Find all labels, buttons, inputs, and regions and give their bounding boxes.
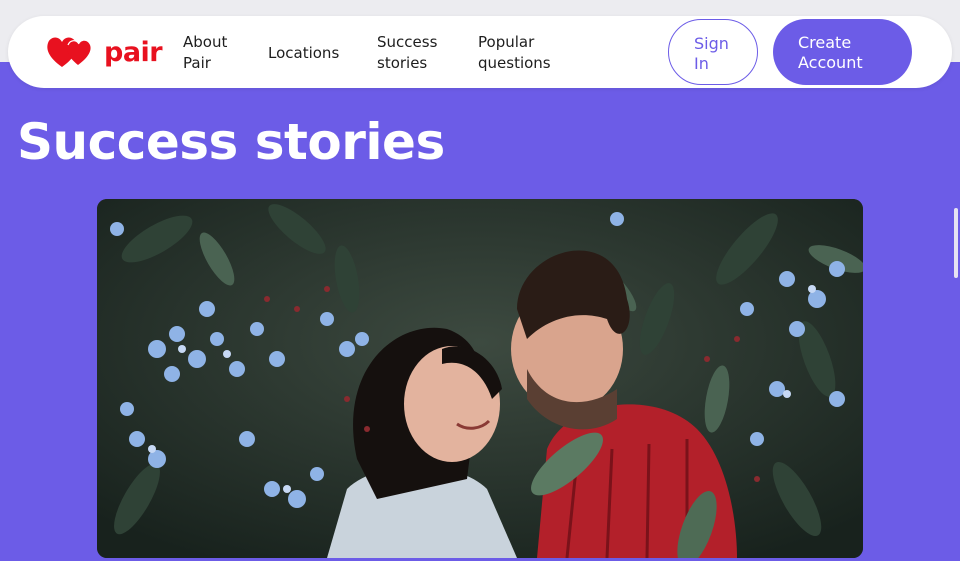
page-title: Success stories xyxy=(17,113,445,171)
hearts-logo-icon xyxy=(47,37,91,67)
create-account-button[interactable]: Create Account xyxy=(773,19,912,85)
nav-success-stories[interactable]: Success stories xyxy=(377,32,449,74)
brand-name: pair xyxy=(104,36,163,68)
nav-popular-questions[interactable]: Popular questions xyxy=(478,32,568,74)
hero-couple-photo xyxy=(97,199,863,558)
nav-locations[interactable]: Locations xyxy=(268,43,348,64)
sign-in-button[interactable]: Sign In xyxy=(668,19,758,85)
page-scrollbar[interactable] xyxy=(954,208,958,278)
navbar: pair About Pair Locations Success storie… xyxy=(8,16,952,88)
logo[interactable]: pair xyxy=(46,35,163,69)
nav-about-pair[interactable]: About Pair xyxy=(183,32,245,74)
